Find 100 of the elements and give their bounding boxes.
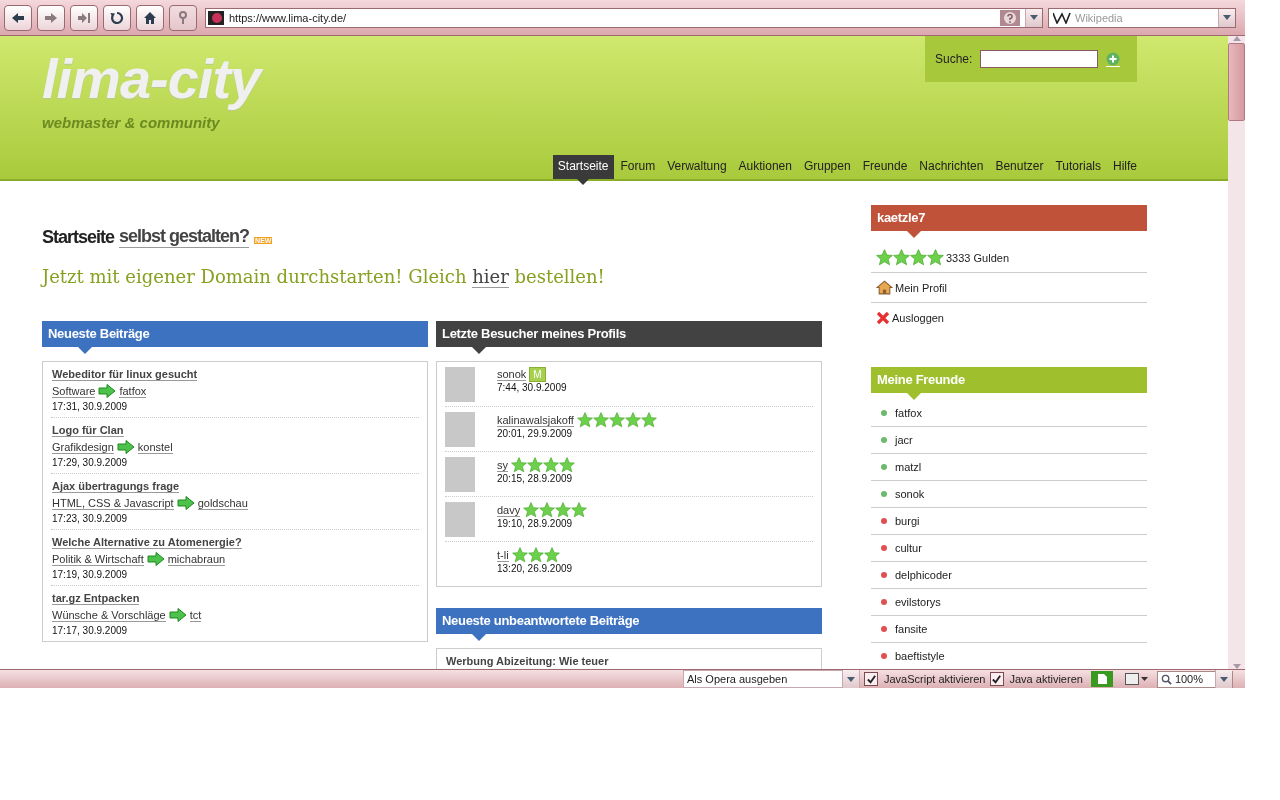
nav-tab[interactable]: Benutzer bbox=[990, 155, 1049, 179]
friend-link[interactable]: evilstorys bbox=[871, 589, 1147, 616]
home-button[interactable] bbox=[136, 4, 164, 31]
user-link[interactable]: sy bbox=[497, 458, 508, 472]
nav-tab[interactable]: Freunde bbox=[857, 155, 913, 179]
search-icon bbox=[1160, 673, 1172, 685]
author-link[interactable]: michabraun bbox=[167, 552, 226, 566]
search-field[interactable] bbox=[980, 50, 1099, 68]
user-link[interactable]: sonok bbox=[497, 368, 527, 381]
visit-time: 7:44, 30.9.2009 bbox=[497, 382, 567, 393]
user-menu-link[interactable]: Ausloggen bbox=[871, 303, 1147, 332]
post-time: 17:29, 30.9.2009 bbox=[52, 457, 129, 468]
friend-link[interactable]: sonok bbox=[871, 481, 1147, 508]
customize-link[interactable]: selbst gestalten? bbox=[119, 226, 250, 248]
post-time: 17:23, 30.9.2009 bbox=[52, 513, 129, 524]
identify-as-dropdown[interactable]: Als Opera ausgeben bbox=[683, 670, 860, 688]
scrollbar-thumb[interactable] bbox=[1228, 43, 1245, 121]
pointer-icon bbox=[907, 393, 921, 400]
nav-tab[interactable]: Verwaltung bbox=[662, 155, 732, 179]
post-title-link[interactable]: Welche Alternative zu Atomenergie? bbox=[52, 536, 242, 549]
friend-link[interactable]: cultur bbox=[871, 535, 1147, 562]
back-button[interactable] bbox=[4, 4, 32, 31]
visit-time: 20:15, 28.9.2009 bbox=[497, 473, 574, 484]
nav-tab[interactable]: Tutorials bbox=[1050, 155, 1106, 179]
post-time: 17:17, 30.9.2009 bbox=[52, 625, 129, 636]
user-link[interactable]: davy bbox=[497, 503, 521, 517]
site-icon bbox=[208, 10, 224, 25]
arrow-right-icon bbox=[146, 552, 165, 566]
forward-button[interactable] bbox=[37, 4, 65, 31]
checkmark-icon bbox=[991, 673, 1002, 685]
key-icon bbox=[176, 10, 190, 25]
close-icon bbox=[876, 310, 890, 325]
scrollbar[interactable] bbox=[1228, 36, 1245, 669]
home-icon bbox=[143, 10, 157, 25]
key-button[interactable] bbox=[169, 4, 197, 31]
visit-time: 13:20, 26.9.2009 bbox=[497, 563, 573, 574]
friend-link[interactable]: matzl bbox=[871, 454, 1147, 481]
user-menu-link[interactable]: Mein Profil bbox=[871, 273, 1147, 303]
category-link[interactable]: Grafikdesign bbox=[52, 440, 114, 454]
category-link[interactable]: Politik & Wirtschaft bbox=[52, 552, 144, 566]
dropdown-arrow-icon[interactable] bbox=[1219, 676, 1228, 682]
address-field[interactable]: https://www.lima-city.de/ bbox=[205, 7, 1043, 28]
site-tagline: webmaster & community bbox=[42, 114, 221, 131]
toggle-checkbox[interactable]: Java aktivieren bbox=[989, 672, 1083, 686]
zoom-field[interactable]: 100% bbox=[1156, 670, 1233, 688]
friend-link[interactable]: delphicoder bbox=[871, 562, 1147, 589]
dropdown-arrow-icon[interactable] bbox=[847, 676, 855, 682]
pointer-icon bbox=[907, 231, 921, 238]
nav-tab[interactable]: Gruppen bbox=[798, 155, 856, 179]
reload-icon bbox=[110, 10, 124, 25]
fast-forward-button[interactable] bbox=[70, 4, 98, 31]
friend-link[interactable]: fatfox bbox=[871, 400, 1147, 427]
friend-link[interactable]: jacr bbox=[871, 427, 1147, 454]
reload-button[interactable] bbox=[103, 4, 131, 31]
checkmark-icon bbox=[865, 673, 877, 685]
money-amount: 3333 Gulden bbox=[946, 251, 1009, 264]
post-title-link[interactable]: Logo für Clan bbox=[52, 424, 124, 437]
arrow-right-icon bbox=[116, 440, 135, 454]
author-link[interactable]: konstel bbox=[137, 440, 173, 454]
search-engine-box[interactable]: Wikipedia bbox=[1048, 7, 1236, 28]
plus-icon[interactable] bbox=[1106, 51, 1121, 67]
image-icon[interactable] bbox=[1124, 672, 1149, 686]
arrow-right-icon bbox=[176, 496, 195, 510]
post-time: 17:31, 30.9.2009 bbox=[52, 401, 129, 412]
friend-link[interactable]: fansite bbox=[871, 616, 1147, 643]
pointer-icon bbox=[78, 347, 92, 354]
pointer-icon bbox=[472, 634, 486, 641]
house-icon bbox=[876, 280, 893, 295]
back-arrow-icon bbox=[11, 10, 25, 25]
arrow-right-icon bbox=[168, 608, 187, 622]
pointer-icon bbox=[577, 179, 590, 185]
user-link[interactable]: t-li bbox=[497, 548, 509, 562]
nav-tab[interactable]: Auktionen bbox=[733, 155, 797, 179]
arrow-right-icon bbox=[98, 384, 117, 398]
nav-tab[interactable]: Hilfe bbox=[1108, 155, 1142, 179]
order-link[interactable]: hier bbox=[472, 266, 509, 288]
post-title-link[interactable]: tar.gz Entpacken bbox=[52, 592, 140, 605]
visit-time: 20:01, 29.9.2009 bbox=[497, 428, 574, 439]
nav-tab[interactable]: Forum bbox=[615, 155, 661, 179]
friend-link[interactable]: burgi bbox=[871, 508, 1147, 535]
post-time: 17:19, 30.9.2009 bbox=[52, 569, 129, 580]
wikipedia-icon bbox=[1053, 11, 1071, 24]
pointer-icon bbox=[472, 347, 486, 354]
category-link[interactable]: Software bbox=[52, 384, 96, 398]
author-link[interactable]: goldschau bbox=[197, 496, 248, 510]
author-link[interactable]: fatfox bbox=[119, 384, 147, 398]
toggle-checkbox[interactable]: JavaScript aktivieren bbox=[864, 672, 986, 686]
post-title-link[interactable]: Webeditor für linux gesucht bbox=[52, 368, 198, 381]
user-link[interactable]: kalinawalsjakoff bbox=[497, 413, 574, 427]
fast-forward-icon bbox=[77, 10, 91, 25]
category-link[interactable]: HTML, CSS & Javascript bbox=[52, 496, 174, 510]
author-link[interactable]: tct bbox=[189, 608, 202, 622]
post-title-link[interactable]: Ajax übertragungs frage bbox=[52, 480, 180, 493]
promo-text: Jetzt mit eigener Domain durchstarten! Gleich hier bestellen! bbox=[42, 266, 606, 287]
member-badge: M bbox=[529, 367, 546, 382]
page-icon[interactable] bbox=[1090, 671, 1113, 687]
heading-text: Startseite bbox=[42, 227, 115, 248]
search-label: Suche: bbox=[935, 52, 973, 66]
category-link[interactable]: Wünsche & Vorschläge bbox=[52, 608, 166, 622]
nav-tab[interactable]: Nachrichten bbox=[914, 155, 989, 179]
